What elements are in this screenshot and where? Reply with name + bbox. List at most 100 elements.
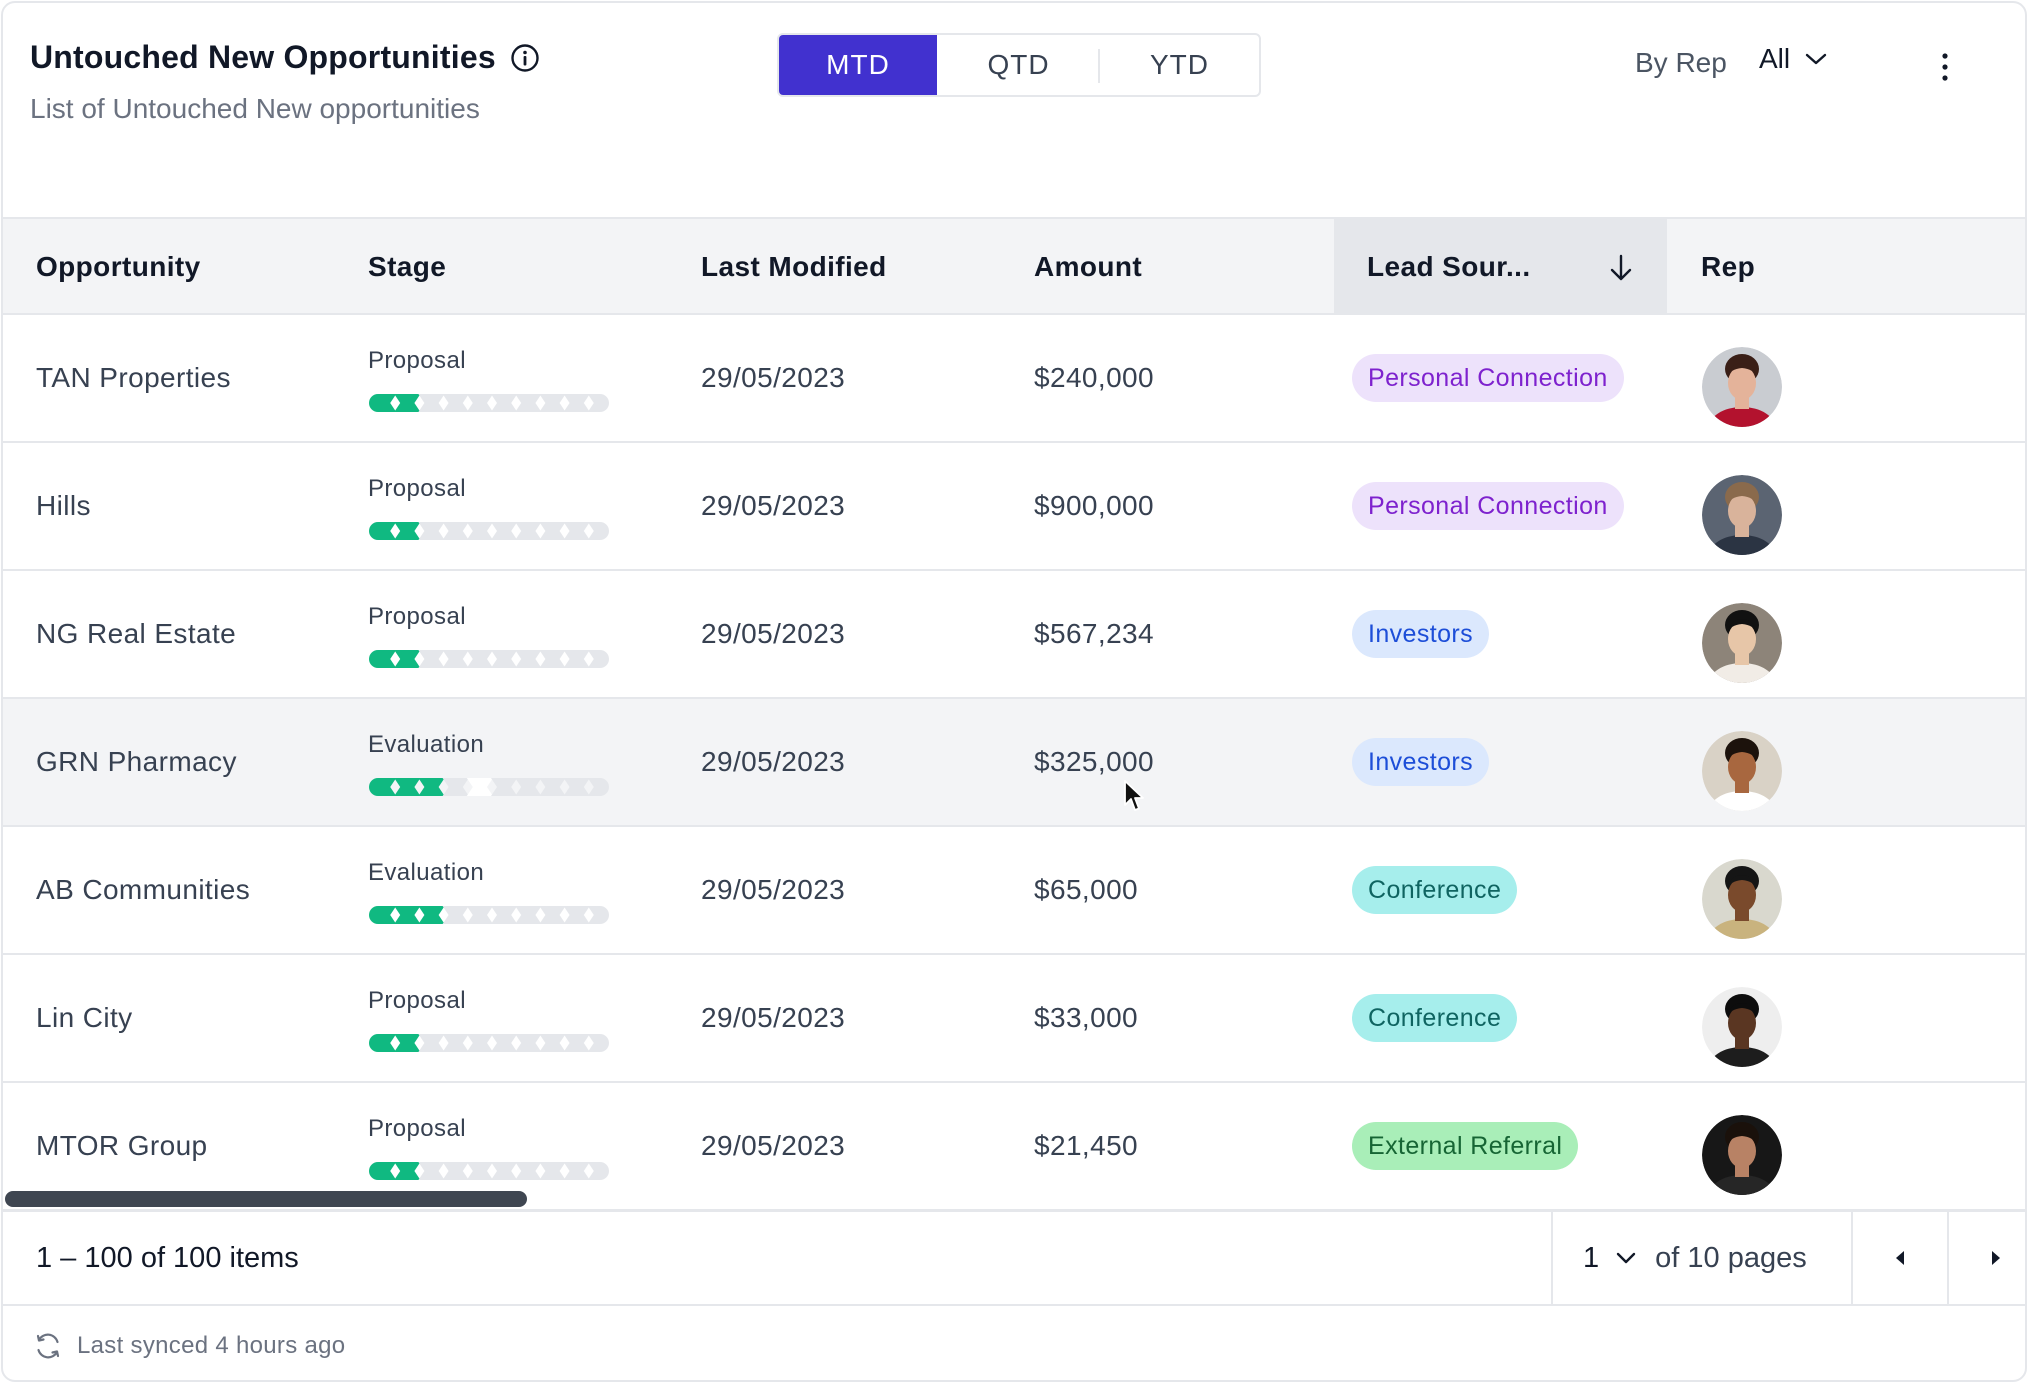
rep-avatar[interactable] bbox=[1702, 987, 1782, 1067]
chevron-down-icon bbox=[1805, 53, 1827, 65]
rep-avatar[interactable] bbox=[1702, 1115, 1782, 1195]
column-header-rep[interactable]: Rep bbox=[1701, 219, 1755, 315]
stage-label: Evaluation bbox=[368, 731, 485, 758]
progress-segment-empty bbox=[539, 394, 566, 412]
rep-filter-dropdown[interactable]: All bbox=[1759, 43, 1828, 75]
progress-segment-filled bbox=[369, 1034, 397, 1052]
progress-segment-empty bbox=[563, 1034, 590, 1052]
progress-segment-empty bbox=[587, 522, 609, 540]
opportunity-name[interactable]: Lin City bbox=[36, 955, 133, 1081]
progress-segment-empty bbox=[442, 1162, 469, 1180]
kebab-menu-icon[interactable] bbox=[1933, 49, 1957, 85]
opportunity-name[interactable]: NG Real Estate bbox=[36, 571, 236, 697]
progress-segment-empty bbox=[442, 778, 469, 796]
stage-label: Proposal bbox=[368, 603, 466, 630]
progress-segment-empty bbox=[563, 522, 590, 540]
progress-segment-empty bbox=[466, 522, 493, 540]
stage-progress-bar bbox=[369, 650, 609, 668]
column-header-last-modified[interactable]: Last Modified bbox=[701, 219, 887, 315]
rep-avatar[interactable] bbox=[1702, 603, 1782, 683]
opportunity-name[interactable]: TAN Properties bbox=[36, 315, 231, 441]
progress-segment-empty bbox=[563, 1162, 590, 1180]
lead-source-badge: Conference bbox=[1352, 866, 1518, 914]
lead-source-badge: Conference bbox=[1352, 994, 1518, 1042]
stage-cell: Evaluation bbox=[368, 859, 610, 925]
rep-avatar[interactable] bbox=[1702, 859, 1782, 939]
progress-segment-empty bbox=[466, 1034, 493, 1052]
progress-segment-empty bbox=[563, 394, 590, 412]
column-header-amount[interactable]: Amount bbox=[1034, 219, 1142, 315]
pagination-bar: 1 – 100 of 100 items 1 of 10 pages bbox=[3, 1210, 2025, 1306]
stage-cell: Proposal bbox=[368, 603, 610, 669]
lead-source-badge: Personal Connection bbox=[1352, 482, 1624, 530]
stage-label: Proposal bbox=[368, 347, 466, 374]
tab-mtd[interactable]: MTD bbox=[779, 35, 937, 95]
stage-cell: Proposal bbox=[368, 1115, 610, 1181]
table-body: TAN Properties Proposal 29/05/2023 $240,… bbox=[3, 315, 2025, 1211]
progress-segment-empty bbox=[491, 1162, 518, 1180]
column-header-lead-source[interactable]: Lead Sour... bbox=[1334, 219, 1667, 315]
opportunity-name[interactable]: GRN Pharmacy bbox=[36, 699, 237, 825]
horizontal-scrollbar[interactable] bbox=[5, 1191, 527, 1207]
progress-segment-filled bbox=[394, 394, 421, 412]
amount-value: $900,000 bbox=[1034, 490, 1154, 521]
stage-progress-bar bbox=[369, 394, 609, 412]
next-page-button[interactable] bbox=[1947, 1212, 2025, 1304]
period-toggle: MTD QTD YTD bbox=[777, 33, 1261, 97]
tab-qtd-label: QTD bbox=[987, 49, 1050, 80]
last-modified-date: 29/05/2023 bbox=[701, 1130, 846, 1161]
progress-segment-empty bbox=[466, 394, 493, 412]
progress-segment-filled bbox=[418, 778, 445, 796]
stage-cell: Evaluation bbox=[368, 731, 610, 797]
table-row[interactable]: TAN Properties Proposal 29/05/2023 $240,… bbox=[3, 315, 2025, 443]
info-circle-icon[interactable] bbox=[510, 43, 540, 73]
amount-value: $33,000 bbox=[1034, 1002, 1139, 1033]
progress-segment-empty bbox=[418, 394, 445, 412]
refresh-icon[interactable] bbox=[33, 1331, 63, 1361]
tab-ytd[interactable]: YTD bbox=[1100, 35, 1259, 95]
progress-segment-filled bbox=[369, 522, 397, 540]
title-row: Untouched New Opportunities bbox=[30, 39, 540, 76]
tab-qtd[interactable]: QTD bbox=[937, 35, 1100, 95]
table-row[interactable]: AB Communities Evaluation 29/05/2023 $65… bbox=[3, 827, 2025, 955]
last-modified-date: 29/05/2023 bbox=[701, 362, 846, 393]
previous-page-button[interactable] bbox=[1851, 1212, 1947, 1304]
opportunity-name[interactable]: Hills bbox=[36, 443, 91, 569]
items-count: 1 – 100 of 100 items bbox=[36, 1242, 299, 1274]
progress-segment-empty bbox=[466, 1162, 493, 1180]
progress-segment-empty bbox=[563, 778, 590, 796]
rep-avatar[interactable] bbox=[1702, 347, 1782, 427]
tab-ytd-label: YTD bbox=[1150, 49, 1209, 80]
progress-segment-empty bbox=[442, 650, 469, 668]
rep-avatar[interactable] bbox=[1702, 731, 1782, 811]
table-row[interactable]: Hills Proposal 29/05/2023 $900,000 Perso… bbox=[3, 443, 2025, 571]
progress-segment-empty bbox=[491, 394, 518, 412]
progress-segment-filled bbox=[394, 1162, 421, 1180]
progress-segment-empty bbox=[466, 906, 493, 924]
table-row[interactable]: NG Real Estate Proposal 29/05/2023 $567,… bbox=[3, 571, 2025, 699]
page-number: 1 bbox=[1583, 1241, 1600, 1274]
last-modified-date: 29/05/2023 bbox=[701, 746, 846, 777]
last-modified-date: 29/05/2023 bbox=[701, 1002, 846, 1033]
progress-segment-filled bbox=[394, 906, 421, 924]
card-title: Untouched New Opportunities bbox=[30, 39, 496, 75]
progress-segment-empty bbox=[515, 1034, 542, 1052]
column-header-opportunity[interactable]: Opportunity bbox=[36, 219, 201, 315]
stage-label: Proposal bbox=[368, 987, 466, 1014]
page-selector[interactable]: 1 of 10 pages bbox=[1551, 1212, 1851, 1304]
amount-value: $567,234 bbox=[1034, 618, 1154, 649]
rep-avatar[interactable] bbox=[1702, 475, 1782, 555]
table-row[interactable]: GRN Pharmacy Evaluation 29/05/2023 $325,… bbox=[3, 699, 2025, 827]
column-header-stage[interactable]: Stage bbox=[368, 219, 446, 315]
progress-segment-filled bbox=[394, 1034, 421, 1052]
opportunities-table: Opportunity Stage Last Modified Amount L… bbox=[3, 217, 2025, 1211]
stage-progress-bar bbox=[369, 522, 609, 540]
opportunity-name[interactable]: AB Communities bbox=[36, 827, 250, 953]
opportunities-card: Untouched New Opportunities List of Unto… bbox=[1, 1, 2027, 1382]
progress-segment-empty bbox=[587, 394, 609, 412]
table-row[interactable]: Lin City Proposal 29/05/2023 $33,000 Con… bbox=[3, 955, 2025, 1083]
progress-segment-empty bbox=[491, 650, 518, 668]
caret-left-icon bbox=[1896, 1251, 1904, 1265]
progress-segment-empty bbox=[563, 650, 590, 668]
sync-text: Last synced 4 hours ago bbox=[77, 1332, 346, 1359]
